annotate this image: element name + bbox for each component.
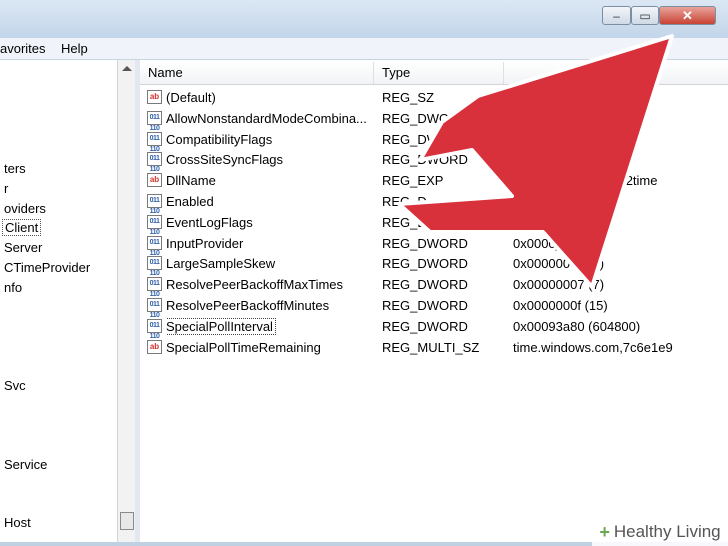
value-name: EventLogFlags	[166, 215, 253, 230]
binary-value-icon: 011 110	[147, 111, 162, 132]
string-value-icon: ab	[147, 340, 162, 354]
binary-value-icon: 011 110	[147, 298, 162, 319]
value-name: CompatibilityFlags	[166, 132, 273, 147]
value-name: DllName	[166, 173, 216, 188]
string-value-icon: ab	[147, 173, 162, 187]
value-data: 0x00 1 (1)	[513, 215, 572, 230]
value-data: 0x00093a80 (604800)	[513, 319, 641, 334]
binary-value-icon: 011 110	[147, 277, 162, 298]
value-type: REG_DWORD	[382, 298, 468, 313]
value-data: 0x0000000f (15)	[513, 298, 608, 313]
registry-value-row[interactable]: 011 110 CrossSiteSyncFlags REG_DWORD	[140, 149, 728, 173]
value-name: InputProvider	[166, 236, 244, 251]
registry-value-row[interactable]: 011 110 ResolvePeerBackoffMinutes REG_DWOR…	[140, 295, 728, 319]
binary-value-icon: 011 110	[147, 236, 162, 257]
value-name: ResolvePeerBackoffMinutes	[166, 298, 330, 313]
registry-value-row[interactable]: 011 110 Enabled REG_D 0x0 1 (1)	[140, 191, 728, 215]
menu-bar: avorites Help	[0, 38, 728, 60]
column-type-header[interactable]: Type	[374, 62, 504, 84]
scroll-thumb[interactable]	[120, 512, 134, 530]
focused-value-name[interactable]: SpecialPollInterval	[166, 318, 276, 335]
tree-scrollbar[interactable]	[117, 60, 136, 542]
registry-value-row[interactable]: 011 110 LargeSampleSkew REG_DWORD 0x0000000…	[140, 253, 728, 277]
column-name-header[interactable]: Name	[140, 62, 374, 84]
value-type: REG_DWORD	[382, 236, 468, 251]
watermark-logo: + Healthy Living	[592, 518, 728, 546]
registry-value-row[interactable]: 011 110 SpecialPollInterval REG_DWORD 0x000…	[140, 316, 728, 340]
value-type: REG_D	[382, 215, 427, 230]
binary-value-icon: 011 110	[147, 319, 162, 340]
value-data: 483648)	[513, 132, 561, 147]
minimize-icon: –	[613, 8, 620, 23]
value-type: REG_SZ	[382, 90, 435, 105]
plus-icon: +	[599, 521, 610, 542]
value-type: REG_DWORD	[382, 319, 468, 334]
value-name: CrossSiteSyncFlags	[166, 152, 284, 167]
value-name: ResolvePeerBackoffMaxTimes	[166, 277, 344, 292]
minimize-button[interactable]: –	[602, 6, 631, 25]
binary-value-icon: 011 110	[147, 132, 162, 153]
value-name: AllowNonstandardModeCombina...	[166, 111, 367, 126]
tree-item[interactable]: oviders	[4, 201, 46, 216]
tree-item[interactable]: Server	[4, 240, 42, 255]
value-type: REG_DWORD	[382, 152, 468, 167]
tree-item-selected[interactable]: Client	[2, 219, 42, 236]
value-data: %s %\system32\w32time	[513, 173, 658, 188]
close-button[interactable]: ✕	[659, 6, 716, 25]
value-name: SpecialPollInterval	[166, 316, 378, 337]
registry-value-row[interactable]: ab SpecialPollTimeRemaining REG_MULTI_SZ ti…	[140, 337, 728, 358]
value-type: REG_D	[382, 194, 427, 209]
registry-value-row[interactable]: 011 110 EventLogFlags REG_D 0x00 1 (1)	[140, 212, 728, 236]
registry-value-row[interactable]: 011 110 AllowNonstandardModeCombina... REG…	[140, 108, 728, 132]
registry-value-row[interactable]: ab (Default) REG_SZ	[140, 87, 728, 108]
value-type: REG_DWORD	[382, 256, 468, 271]
tree-item[interactable]: CTimeProvider	[4, 260, 90, 275]
watermark-brand: Healthy Living	[613, 522, 721, 541]
value-type: REG_DWORD	[382, 111, 468, 126]
tree-item[interactable]: r	[4, 181, 8, 196]
value-type: REG_EXP	[382, 173, 444, 188]
value-name: LargeSampleSkew	[166, 256, 276, 271]
registry-value-row[interactable]: ab DllName REG_EXP %s %\system32\w32time	[140, 170, 728, 191]
value-name: (Default)	[166, 90, 216, 105]
tree-item[interactable]: Service	[4, 457, 47, 472]
maximize-icon: ▭	[639, 8, 651, 23]
value-name: Enabled	[166, 194, 214, 209]
value-name: SpecialPollTimeRemaining	[166, 340, 321, 355]
value-type: REG_DWORD	[382, 277, 468, 292]
value-data: 0x0 1 (1)	[513, 194, 565, 209]
binary-value-icon: 011 110	[147, 215, 162, 236]
maximize-button[interactable]: ▭	[631, 6, 659, 25]
value-type: REG_DWORD	[382, 132, 468, 147]
string-value-icon: ab	[147, 90, 162, 104]
binary-value-icon: 011 110	[147, 256, 162, 277]
tree-item[interactable]: Svc	[4, 378, 26, 393]
value-data: 0x00000007 (7)	[513, 277, 605, 292]
tree-item[interactable]: ters	[4, 161, 26, 176]
registry-tree: ters r oviders Client Server CTimeProvid…	[0, 60, 118, 542]
value-data: 0x00000003 (3)	[513, 256, 605, 271]
list-header: Name Type	[140, 62, 728, 85]
value-data: time.windows.com,7c6e1e9	[513, 340, 673, 355]
close-icon: ✕	[682, 7, 693, 23]
window-titlebar: – ▭ ✕	[0, 0, 728, 38]
registry-value-row[interactable]: 011 110 ResolvePeerBackoffMaxTimes REG_DWO…	[140, 274, 728, 298]
scroll-up-icon[interactable]	[122, 66, 132, 71]
binary-value-icon: 011 110	[147, 152, 162, 173]
value-data: 0x0000_001 (1)	[513, 236, 605, 251]
tree-item[interactable]: Host	[4, 515, 31, 530]
values-list: Name Type ab (Default) REG_SZ 011 110 AllowN…	[140, 60, 728, 542]
registry-value-row[interactable]: 011 110 CompatibilityFlags REG_DWORD 483648…	[140, 129, 728, 153]
menu-help[interactable]: Help	[61, 41, 88, 56]
menu-favorites[interactable]: avorites	[0, 41, 46, 56]
tree-item[interactable]: nfo	[4, 280, 22, 295]
registry-value-row[interactable]: 011 110 InputProvider REG_DWORD 0x0000_001 …	[140, 233, 728, 257]
value-type: REG_MULTI_SZ	[382, 340, 480, 355]
binary-value-icon: 011 110	[147, 194, 162, 215]
